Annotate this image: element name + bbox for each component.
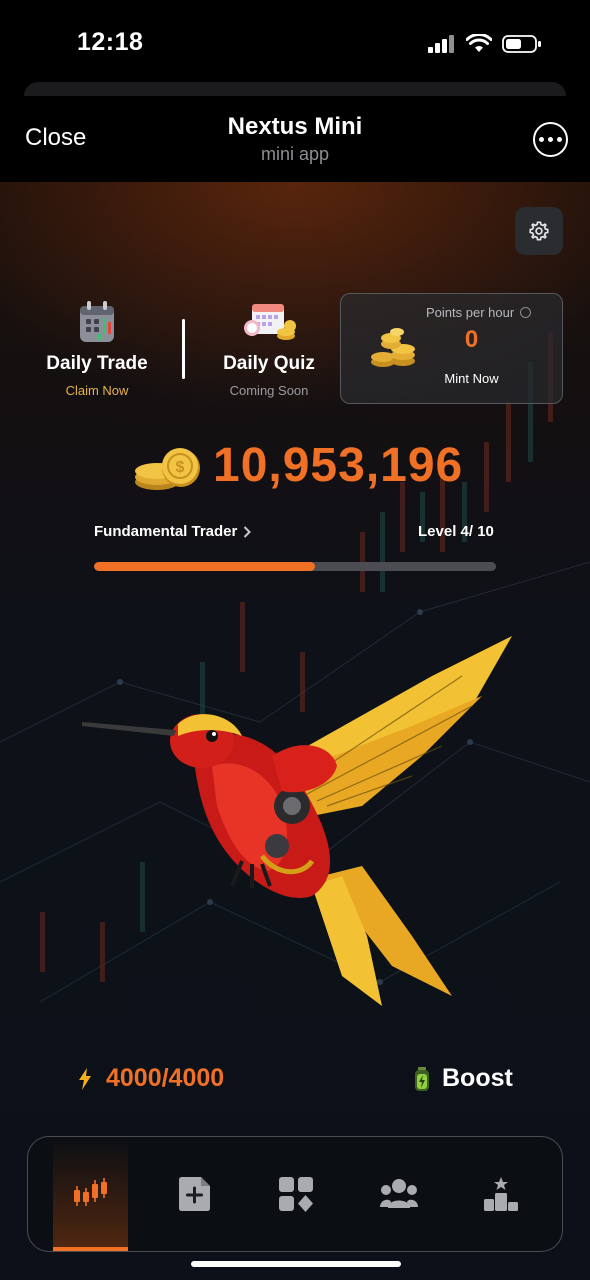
cellular-signal-icon — [428, 35, 454, 53]
daily-trade-status: Claim Now — [65, 383, 129, 398]
home-indicator — [191, 1261, 401, 1267]
boost-battery-icon — [415, 1066, 429, 1091]
rank-link[interactable]: Fundamental Trader — [94, 523, 252, 540]
gear-icon — [529, 221, 549, 241]
task-divider — [182, 319, 185, 379]
battery-icon — [502, 35, 541, 53]
friends-group-icon — [379, 1179, 418, 1208]
boost-button[interactable]: Boost — [414, 1064, 513, 1093]
level-text: Level 4/ 10 — [418, 523, 494, 540]
status-time: 12:18 — [77, 28, 144, 56]
hummingbird-tap-target[interactable] — [82, 636, 522, 1016]
boost-label: Boost — [442, 1064, 513, 1092]
more-dots-icon — [539, 137, 562, 142]
level-progress-bar — [94, 562, 496, 571]
candlestick-chart-icon — [73, 1178, 107, 1206]
status-icons — [428, 34, 542, 54]
chevron-right-icon — [244, 525, 252, 538]
apps-grid-icon — [278, 1177, 313, 1212]
app-content: Daily Trade Claim Now Daily Quiz Coming … — [0, 182, 590, 1280]
tab-trade[interactable] — [53, 1137, 128, 1251]
leaderboard-podium-icon — [483, 1177, 518, 1211]
rank-name: Fundamental Trader — [94, 523, 238, 540]
quiz-calendar-icon — [244, 304, 296, 340]
tab-apps[interactable] — [258, 1137, 333, 1251]
level-progress-fill — [94, 562, 316, 571]
status-bar: 12:18 — [0, 0, 590, 84]
balance-value: 10,953,196 — [213, 439, 464, 492]
daily-trade-title: Daily Trade — [46, 353, 148, 374]
add-document-icon — [178, 1177, 210, 1211]
balance-row: $ 10,953,196 — [0, 432, 590, 504]
points-value: 0 — [464, 326, 479, 353]
more-options-button[interactable] — [533, 122, 568, 157]
energy-indicator: 4000/4000 — [78, 1064, 224, 1093]
title-group: Nextus Mini mini app — [0, 113, 590, 165]
mini-app-header: Close Nextus Mini mini app — [0, 96, 590, 182]
daily-quiz-card[interactable]: Daily Quiz Coming Soon — [212, 300, 326, 398]
daily-quiz-title: Daily Quiz — [223, 353, 315, 374]
info-icon[interactable] — [520, 307, 532, 318]
tab-friends[interactable] — [361, 1137, 436, 1251]
energy-value: 4000/4000 — [106, 1064, 225, 1092]
lightning-bolt-icon — [79, 1067, 91, 1090]
wifi-icon — [466, 34, 492, 52]
tab-create[interactable] — [155, 1137, 230, 1251]
svg-text:$: $ — [176, 459, 185, 476]
points-per-hour-card[interactable]: Points per hour 0 Mint Now — [340, 293, 563, 404]
daily-trade-card[interactable]: Daily Trade Claim Now — [30, 300, 164, 398]
mint-now-button[interactable]: Mint Now — [341, 371, 562, 386]
daily-quiz-status: Coming Soon — [229, 383, 309, 398]
bottom-navigation — [27, 1136, 563, 1252]
gold-coins-icon: $ — [135, 448, 200, 490]
tab-leaderboard[interactable] — [463, 1137, 538, 1251]
points-label-group: Points per hour — [426, 305, 532, 320]
settings-button[interactable] — [515, 207, 563, 255]
trade-calendar-icon — [80, 301, 114, 342]
app-title: Nextus Mini — [227, 113, 363, 140]
points-label: Points per hour — [426, 305, 515, 320]
app-subtitle: mini app — [260, 144, 330, 164]
